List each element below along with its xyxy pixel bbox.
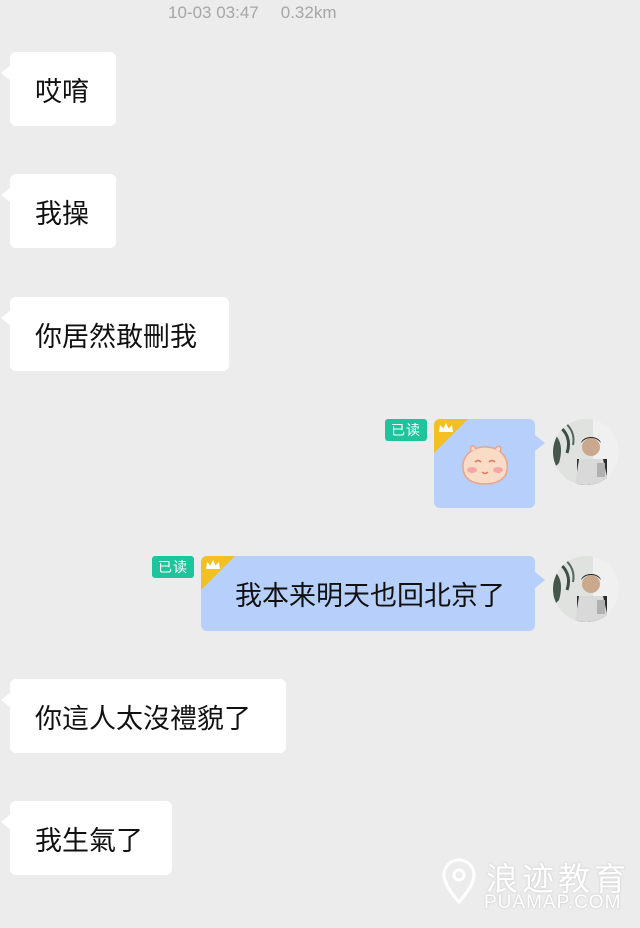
avatar-photo-icon: [553, 419, 619, 485]
user-avatar[interactable]: [553, 556, 619, 622]
message-text: 我生氣了: [35, 825, 143, 857]
message-text: 哎唷: [35, 76, 89, 108]
message-text: 你這人太沒禮貌了: [35, 703, 251, 735]
crown-icon: [439, 423, 453, 432]
crown-corner-badge: [434, 419, 468, 453]
location-pin-icon: [442, 858, 476, 904]
crown-corner-badge: [201, 556, 235, 590]
avatar-photo-icon: [553, 556, 619, 622]
read-status-badge: 已读: [385, 419, 427, 441]
message-meta-line: 10-03 03:47 0.32km: [168, 3, 337, 23]
message-text: 你居然敢刪我: [35, 321, 197, 353]
message-text: 我本来明天也回北京了: [235, 581, 505, 612]
incoming-message-bubble[interactable]: 哎唷: [1, 52, 116, 126]
incoming-message-bubble[interactable]: 你這人太沒禮貌了: [1, 679, 286, 753]
message-timestamp: 10-03 03:47: [168, 3, 259, 22]
crown-icon: [206, 560, 220, 569]
incoming-message-bubble[interactable]: 你居然敢刪我: [1, 297, 229, 371]
outgoing-sticker-bubble[interactable]: [434, 419, 545, 508]
read-status-badge: 已读: [152, 556, 194, 578]
incoming-message-bubble[interactable]: 我生氣了: [1, 801, 172, 875]
distance-label: 0.32km: [280, 3, 337, 22]
message-text: 我操: [35, 198, 89, 230]
watermark: 浪迹教育 PUAMAP.COM: [440, 852, 636, 916]
user-avatar[interactable]: [553, 419, 619, 485]
outgoing-message-bubble[interactable]: 我本来明天也回北京了: [201, 556, 545, 631]
incoming-message-bubble[interactable]: 我操: [1, 174, 116, 248]
watermark-site: PUAMAP.COM: [484, 892, 622, 913]
